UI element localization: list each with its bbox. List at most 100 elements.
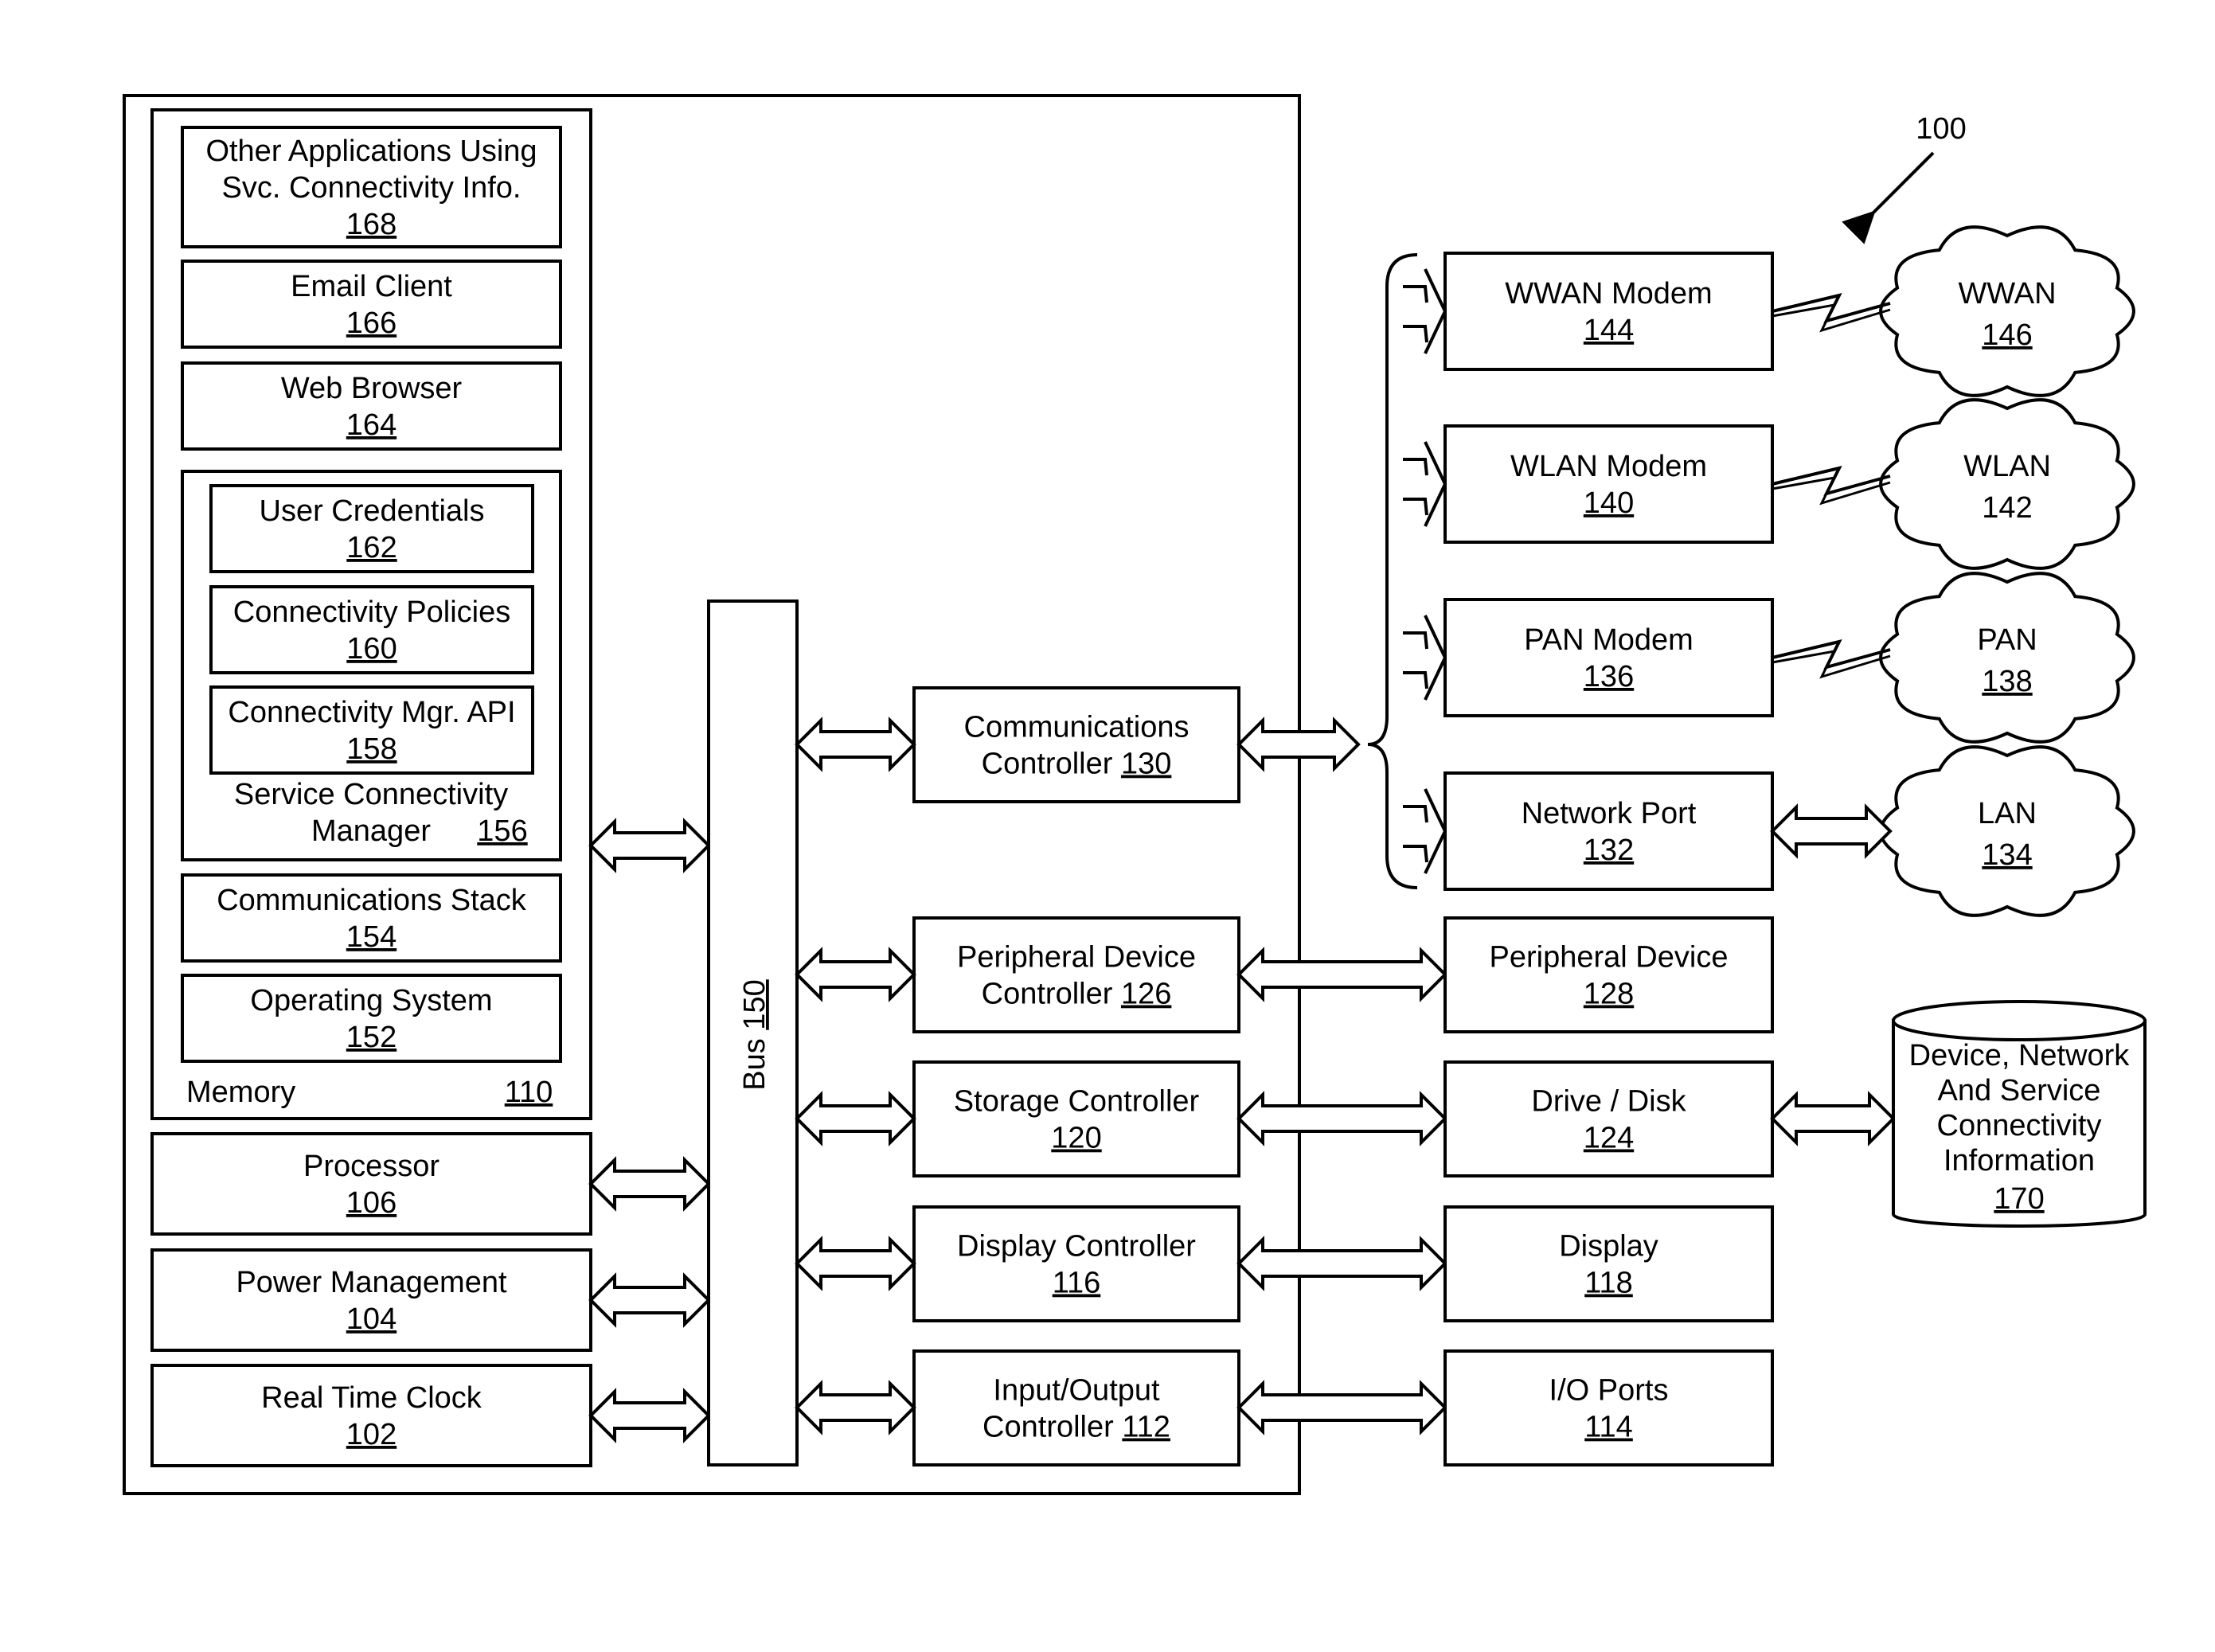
comm-device-132-box <box>1443 771 1774 891</box>
comm-device-132: Network Port 132 <box>1443 771 1774 891</box>
brace-input-arrow <box>1403 285 1428 303</box>
memory-item-168: Other Applications UsingSvc. Connectivit… <box>181 126 562 248</box>
bus-to-controller-arrow-130 <box>795 717 916 772</box>
system-block-102: Real Time Clock102 <box>150 1364 592 1467</box>
peripheral-114-ref: 114 <box>1584 1411 1633 1444</box>
controller-130-ref: 130 <box>1121 748 1171 781</box>
controller-126-label: Peripheral Device <box>957 941 1196 974</box>
comm-device-144-box <box>1443 252 1774 371</box>
system-block-102-ref: 102 <box>346 1418 397 1451</box>
memory-item-152: Operating System 152 <box>181 974 562 1063</box>
system-block-104-label: Power Management <box>236 1266 507 1299</box>
system-block-104-ref: 104 <box>346 1302 397 1336</box>
controller-112-label: Controller 112 <box>982 1411 1170 1444</box>
controller-to-peripheral-arrow-128 <box>1236 947 1447 1002</box>
peripheral-118-label: Display <box>1559 1230 1658 1263</box>
comm-device-144-ref: 144 <box>1584 314 1634 347</box>
comm-devices: WWAN Modem 144 WWAN 146 WLAN Modem140 WLAN 142… <box>1403 225 2135 917</box>
controller-120-box <box>912 1060 1240 1177</box>
bus-to-controller-arrow-120 <box>795 1091 916 1146</box>
bus-to-controller-arrow-126 <box>795 947 916 1002</box>
scm-item-158-ref: 158 <box>346 732 397 766</box>
database-label: Information <box>1943 1144 2095 1177</box>
comm-device-136-box <box>1443 598 1774 717</box>
network-name: PAN <box>1977 623 2037 657</box>
network-ref: 142 <box>1982 491 2032 525</box>
wireless-link-140 <box>1772 466 1891 497</box>
figure-reference-arrow <box>1842 151 1935 244</box>
peripheral-118-box <box>1443 1205 1774 1322</box>
database-label: And Service <box>1938 1074 2101 1107</box>
system-block-102-label: Real Time Clock <box>261 1381 482 1415</box>
network-cloud-138 <box>1879 572 2135 744</box>
controller-130: Communications Controller 130 <box>912 686 1240 803</box>
network-ref: 138 <box>1982 665 2032 698</box>
memory-item-164: Web Browser164 <box>181 361 562 451</box>
bus-arrow-102 <box>588 1388 711 1443</box>
peripheral-124: Drive / Disk124 <box>1443 1060 1774 1177</box>
comm-device-140-box <box>1443 424 1774 544</box>
memory-item-154-label: Communications Stack <box>217 884 527 917</box>
bus-to-controller-arrow-112 <box>795 1380 916 1435</box>
scm-label-line-2: Manager <box>311 814 431 848</box>
scm-label-line-1: Service Connectivity <box>234 778 508 811</box>
network-name: WWAN <box>1958 277 2056 310</box>
scm-item-158: Connectivity Mgr. API158 <box>209 685 534 775</box>
network-ref: 134 <box>1982 838 2032 872</box>
controller-116-box <box>912 1205 1240 1322</box>
network-name: LAN <box>1978 797 2037 830</box>
memory-item-154-ref: 154 <box>346 920 397 954</box>
brace-input-arrow <box>1403 845 1428 863</box>
peripheral-114-label: I/O Ports <box>1549 1374 1669 1408</box>
controller-130-label: Controller 130 <box>982 748 1172 781</box>
peripherals: Peripheral Device 128 Drive / Disk124 Displ… <box>1443 916 1896 1466</box>
controllers: Communications Controller 130 Peripheral D… <box>795 686 1240 1466</box>
network-name: WLAN <box>1963 450 2051 483</box>
wired-link-132 <box>1770 803 1893 859</box>
scm-item-162-label: User Credentials <box>260 494 485 528</box>
disk-to-database-arrow <box>1770 1091 1896 1146</box>
peripheral-124-ref: 124 <box>1584 1122 1634 1155</box>
brace-input-arrow <box>1403 671 1428 689</box>
controller-126-box <box>912 916 1240 1033</box>
controller-112: Input/OutputController 112 <box>912 1349 1240 1466</box>
controller-120-ref: 120 <box>1051 1122 1101 1155</box>
peripheral-128-box <box>1443 916 1774 1033</box>
brace-input-arrow <box>1403 498 1428 516</box>
comm-device-140-label: WLAN Modem <box>1510 450 1707 483</box>
controller-112-ref: 112 <box>1122 1411 1170 1444</box>
comm-device-132-label: Network Port <box>1522 797 1697 830</box>
controller-to-peripheral-arrow-118 <box>1236 1236 1447 1291</box>
memory-label: Memory <box>186 1076 295 1109</box>
brace-input-arrow <box>1403 805 1428 823</box>
brace-input-arrow <box>1403 325 1428 343</box>
network-cloud-134 <box>1879 745 2135 917</box>
system-block-104: Power Management104 <box>150 1248 592 1352</box>
memory-item-166: Email Client 166 <box>181 260 562 349</box>
controller-112-box <box>912 1349 1240 1466</box>
bus-arrow-106 <box>588 1156 711 1212</box>
service-connectivity-manager-items: User Credentials162 Connectivity Policies… <box>209 484 534 775</box>
memory-ref: 110 <box>505 1076 553 1109</box>
database-label: Device, Network <box>1909 1039 2131 1072</box>
controller-126-label: Controller 126 <box>982 978 1172 1011</box>
comm-device-144: WWAN Modem 144 <box>1443 252 1774 371</box>
wireless-link-136 <box>1772 639 1891 670</box>
comm-device-136-ref: 136 <box>1584 660 1634 693</box>
bus-arrow-memory <box>588 818 711 873</box>
memory-item-164-label: Web Browser <box>281 372 463 405</box>
figure-reference: 100 <box>1916 112 1966 146</box>
system-block-106-label: Processor <box>303 1150 439 1183</box>
peripheral-128-ref: 128 <box>1584 978 1634 1011</box>
peripheral-128-label: Peripheral Device <box>1490 941 1729 974</box>
comm-devices-brace <box>1367 253 1418 889</box>
scm-item-160: Connectivity Policies160 <box>209 585 534 674</box>
scm-item-160-label: Connectivity Policies <box>233 596 510 629</box>
network-ref: 146 <box>1982 318 2032 352</box>
controller-130-label: Communications <box>964 711 1190 744</box>
memory-item-166-label: Email Client <box>291 270 452 303</box>
peripheral-128: Peripheral Device 128 <box>1443 916 1774 1033</box>
controller-126: Peripheral Device Controller 126 <box>912 916 1240 1033</box>
brace-input-arrow <box>1403 631 1428 650</box>
scm-item-162: User Credentials162 <box>209 484 534 573</box>
